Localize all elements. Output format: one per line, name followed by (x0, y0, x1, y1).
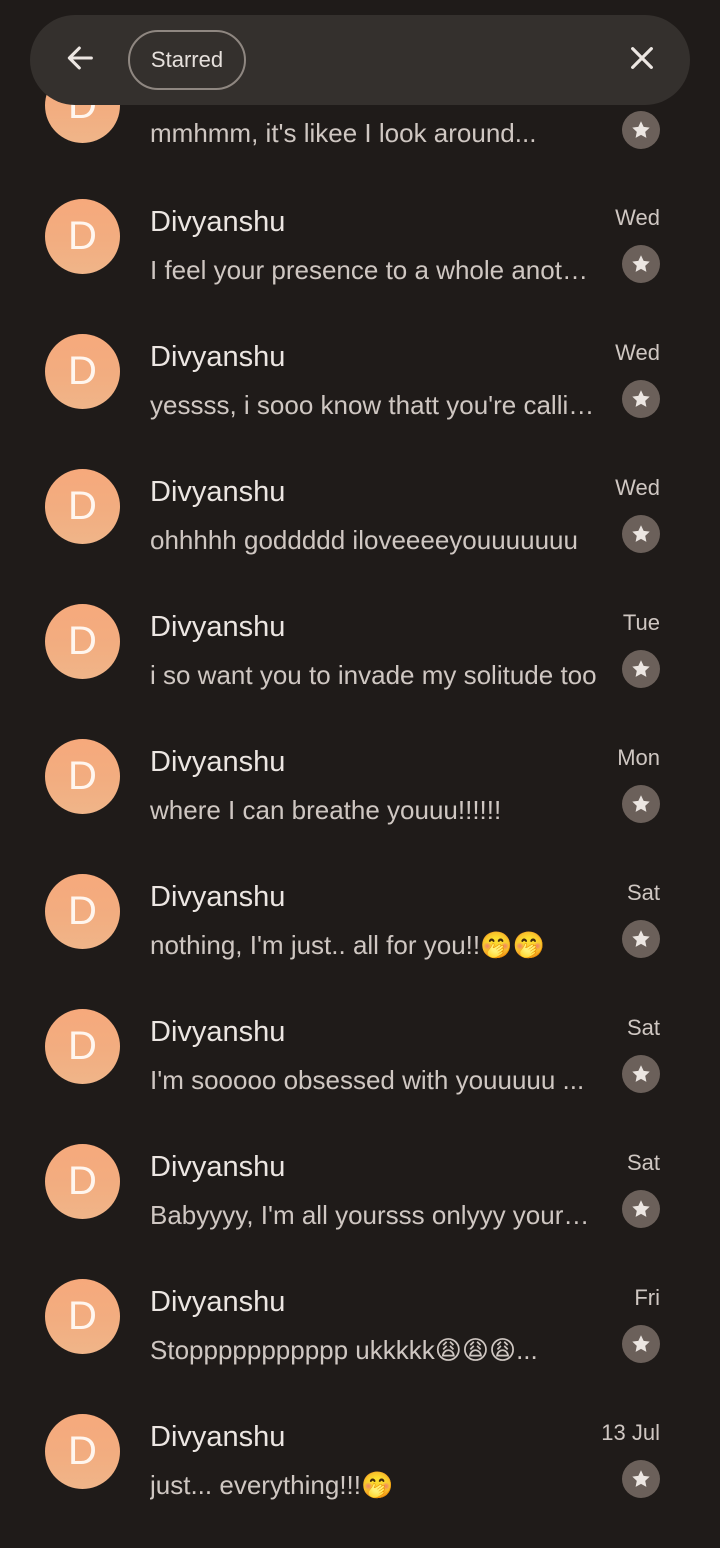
message-snippet: I feel your presence to a whole another … (150, 255, 602, 285)
sender-name: Divyanshu (150, 881, 286, 913)
message-snippet: i so want you to invade my solitude too (150, 660, 597, 690)
sender-name: Divyanshu (150, 611, 286, 643)
sender-name: Divyanshu (150, 206, 286, 238)
message-snippet: nothing, I'm just.. all for you!!🤭🤭 (150, 930, 545, 960)
star-icon[interactable] (622, 785, 660, 823)
star-icon[interactable] (622, 1190, 660, 1228)
message-snippet: just... everything!!!🤭 (150, 1470, 394, 1500)
message-date: Sat (626, 880, 660, 905)
message-snippet: ohhhhh goddddd iloveeeeyouuuuuuu (150, 525, 578, 555)
star-icon[interactable] (622, 515, 660, 553)
sender-avatar: D (45, 604, 120, 679)
message-row[interactable]: D Divyanshu Babyyyy, I'm all yoursss onl… (0, 1120, 720, 1255)
star-icon[interactable] (622, 1055, 660, 1093)
star-icon[interactable] (622, 1460, 660, 1498)
message-snippet: where I can breathe youuu!!!!!! (150, 795, 502, 825)
star-icon[interactable] (622, 111, 660, 149)
message-row[interactable]: D Divyanshu where I can breathe youuu!!!… (0, 715, 720, 850)
message-row[interactable]: D Divyanshu i so want you to invade my s… (0, 580, 720, 715)
close-button[interactable] (622, 40, 662, 80)
sender-name: Divyanshu (150, 476, 286, 508)
message-row[interactable]: D Divyanshu yessss, i sooo know thatt yo… (0, 310, 720, 445)
sender-avatar: D (45, 1414, 120, 1489)
message-date: Wed (615, 205, 660, 230)
star-icon[interactable] (622, 650, 660, 688)
sender-avatar: D (45, 334, 120, 409)
star-icon[interactable] (622, 245, 660, 283)
message-snippet: Stoppppppppppp ukkkkk😩😩😩... (150, 1335, 538, 1365)
star-icon[interactable] (622, 1325, 660, 1363)
star-icon[interactable] (622, 380, 660, 418)
sender-name: Divyanshu (150, 1286, 286, 1318)
message-snippet: mmhmm, it's likee I look around... (150, 118, 537, 148)
message-date: 13 Jul (601, 1420, 660, 1445)
star-icon[interactable] (622, 920, 660, 958)
message-date: Wed (615, 340, 660, 365)
message-date: Tue (622, 610, 660, 635)
message-date: Mon (617, 745, 660, 770)
message-row[interactable]: D Divyanshu Stoppppppppppp ukkkkk😩😩😩... … (0, 1255, 720, 1390)
close-icon (626, 42, 658, 79)
sender-avatar: D (45, 739, 120, 814)
sender-name: Divyanshu (150, 1421, 286, 1453)
sender-avatar: D (45, 1144, 120, 1219)
search-filter-bar: Starred (30, 15, 690, 105)
message-row[interactable]: D Divyanshu I'm sooooo obsessed with you… (0, 985, 720, 1120)
back-button[interactable] (60, 40, 100, 80)
arrow-left-icon (63, 41, 97, 80)
sender-name: Divyanshu (150, 341, 286, 373)
sender-avatar: D (45, 199, 120, 274)
message-snippet: Babyyyy, I'm all yoursss onlyyy yoursss (150, 1200, 602, 1230)
message-date: Fri (634, 1285, 660, 1310)
sender-avatar: D (45, 1279, 120, 1354)
sender-avatar: D (45, 469, 120, 544)
message-snippet: yessss, i sooo know thatt you're calling… (150, 390, 602, 420)
sender-avatar: D (45, 874, 120, 949)
message-row[interactable]: D Divyanshu just... everything!!!🤭 13 Ju… (0, 1390, 720, 1525)
message-date: Sat (626, 1150, 660, 1175)
sender-name: Divyanshu (150, 746, 286, 778)
message-row[interactable]: D Divyanshu nothing, I'm just.. all for … (0, 850, 720, 985)
starred-message-list: D mmhmm, it's likee I look around... D D… (0, 0, 720, 1548)
message-snippet: I'm sooooo obsessed with youuuuu ... (150, 1065, 585, 1095)
message-date: Wed (615, 475, 660, 500)
sender-name: Divyanshu (150, 1016, 286, 1048)
message-row[interactable]: D Divyanshu I feel your presence to a wh… (0, 175, 720, 310)
sender-avatar: D (45, 1009, 120, 1084)
starred-filter-chip[interactable]: Starred (128, 30, 246, 90)
message-date: Sat (626, 1015, 660, 1040)
sender-name: Divyanshu (150, 1151, 286, 1183)
message-row[interactable]: D Divyanshu ohhhhh goddddd iloveeeeyouuu… (0, 445, 720, 580)
